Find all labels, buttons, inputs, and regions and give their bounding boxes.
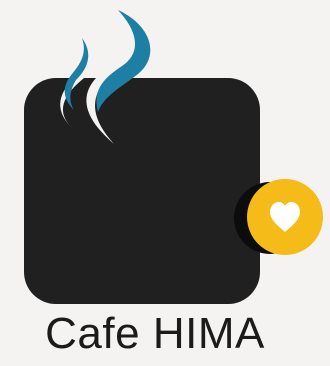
app-name-label: Cafe HIMA: [45, 309, 265, 358]
favorite-badge: [247, 179, 323, 255]
coffee-cup-steam-icon: [24, 10, 323, 304]
app-tile-cafe-hima[interactable]: Cafe HIMA: [0, 0, 330, 366]
cup-body: [24, 78, 260, 304]
